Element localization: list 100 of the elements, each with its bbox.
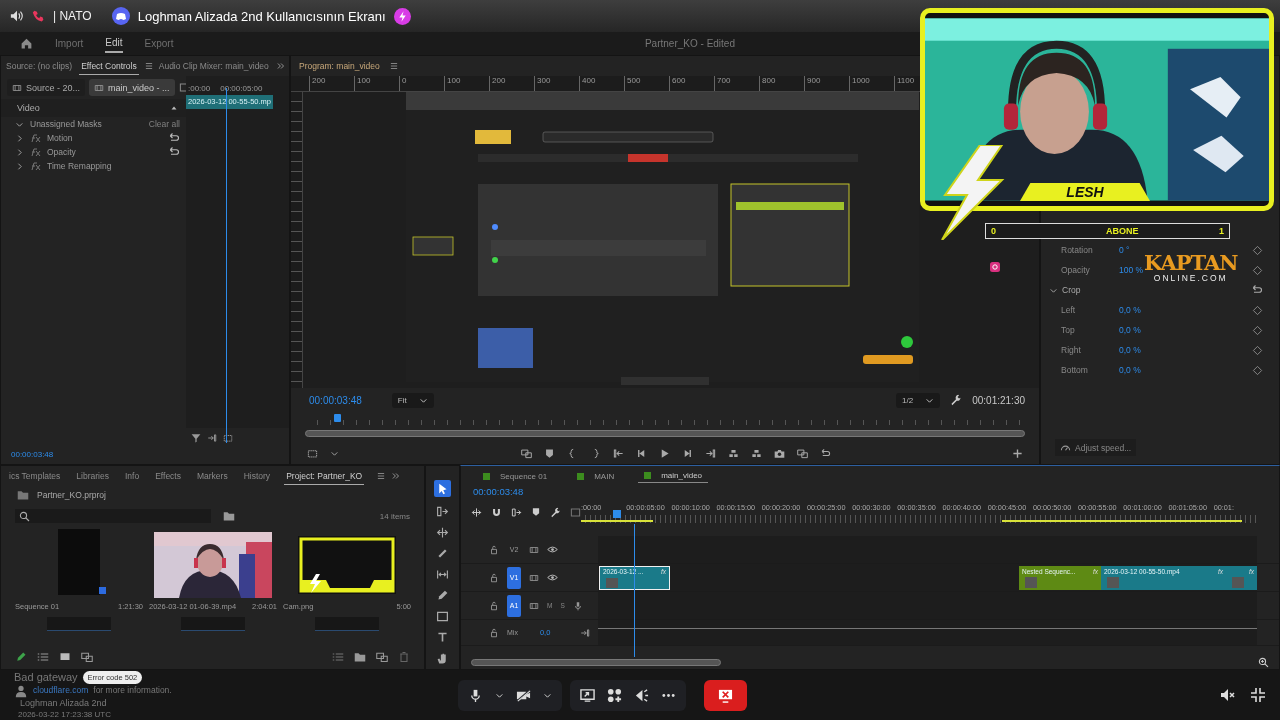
- property-value[interactable]: 0,0 %: [1119, 325, 1141, 335]
- link[interactable]: cloudflare.com: [33, 685, 89, 696]
- effect-name[interactable]: Motion: [47, 133, 162, 143]
- lock-icon[interactable]: [489, 600, 499, 611]
- sync-lock-icon[interactable]: [529, 544, 539, 555]
- panel-tab[interactable]: ics Templates: [7, 468, 63, 484]
- property-value[interactable]: 0 °: [1119, 245, 1130, 255]
- icon-view-icon[interactable]: [59, 651, 71, 663]
- go-to-in-icon[interactable]: [612, 447, 624, 459]
- clear-all-button[interactable]: Clear all: [148, 119, 180, 129]
- collapse-icon[interactable]: [170, 104, 178, 112]
- add-button-icon[interactable]: [1012, 447, 1023, 459]
- hand-icon[interactable]: [436, 652, 449, 665]
- more-panels-icon[interactable]: [391, 471, 402, 481]
- keyframe-icon[interactable]: [1252, 264, 1263, 276]
- export-frame-icon[interactable]: [520, 447, 532, 459]
- slip-icon[interactable]: [436, 568, 449, 581]
- sequence-icon[interactable]: [223, 433, 233, 443]
- snap-icon[interactable]: [491, 506, 502, 518]
- reset-icon[interactable]: [1251, 284, 1263, 296]
- camera-icon[interactable]: [773, 447, 785, 459]
- source-chip[interactable]: main_video - ...: [89, 79, 175, 96]
- panel-tab[interactable]: History: [241, 468, 273, 484]
- ripple-edit-icon[interactable]: [436, 526, 449, 539]
- compare-icon[interactable]: [796, 447, 808, 459]
- panel-tab[interactable]: Info: [122, 468, 142, 484]
- property-value[interactable]: 0,0 %: [1119, 345, 1141, 355]
- track-select-icon[interactable]: [436, 505, 449, 518]
- minimize-icon[interactable]: [1250, 687, 1266, 703]
- camera-off-icon[interactable]: [516, 687, 531, 703]
- lift-icon[interactable]: [727, 447, 739, 459]
- go-to-end-icon[interactable]: [580, 627, 591, 638]
- adjust-speed-button[interactable]: Adjust speed...: [1055, 439, 1137, 456]
- keyframe-icon[interactable]: [1252, 304, 1263, 316]
- zoom-scrollbar[interactable]: [305, 430, 1025, 437]
- keyframe-icon[interactable]: [1252, 324, 1263, 336]
- panel-tab[interactable]: Source: (no clips): [4, 58, 75, 74]
- new-bin-icon[interactable]: [223, 510, 235, 522]
- lock-icon[interactable]: [489, 627, 499, 638]
- pencil-icon[interactable]: [15, 651, 27, 663]
- effect-name[interactable]: Opacity: [47, 147, 162, 157]
- panel-tab[interactable]: Markers: [194, 468, 230, 484]
- filter-icon[interactable]: [191, 433, 201, 443]
- rectangle-icon[interactable]: [436, 610, 449, 623]
- playhead[interactable]: [333, 414, 341, 422]
- screen-share-icon[interactable]: [580, 687, 595, 703]
- panel-tab[interactable]: Effect Controls: [79, 57, 139, 75]
- resolution-dropdown[interactable]: 1/2: [896, 392, 941, 408]
- reset-icon[interactable]: [168, 132, 180, 144]
- go-to-out-icon[interactable]: [704, 447, 716, 459]
- effect-name[interactable]: Time Remapping: [47, 161, 180, 171]
- eye-icon[interactable]: [547, 544, 558, 555]
- export-icon[interactable]: [207, 433, 217, 443]
- panel-tab[interactable]: Project: Partner_KO: [284, 467, 365, 485]
- mute-icon[interactable]: [1220, 687, 1236, 703]
- keyframe-icon[interactable]: [1252, 244, 1263, 256]
- keyframe-icon[interactable]: [1252, 364, 1263, 376]
- new-bin-icon[interactable]: [354, 651, 366, 663]
- panel-tab[interactable]: Program: main_video: [297, 58, 382, 74]
- search-field[interactable]: [15, 509, 211, 523]
- nest-icon[interactable]: [471, 506, 482, 518]
- sync-lock-icon[interactable]: [529, 572, 539, 583]
- lock-icon[interactable]: [489, 544, 499, 555]
- safe-margins-icon[interactable]: [307, 447, 318, 459]
- thumbnail[interactable]: [181, 617, 245, 631]
- type-tool-icon[interactable]: [436, 631, 449, 644]
- settings-icon[interactable]: [550, 506, 561, 518]
- panel-menu-icon[interactable]: [143, 61, 154, 71]
- eye-icon[interactable]: [547, 572, 558, 583]
- reset-icon[interactable]: [168, 146, 180, 158]
- delete-icon[interactable]: [398, 651, 410, 663]
- workspace-tab[interactable]: Import: [55, 35, 84, 52]
- freeform-view-icon[interactable]: [81, 651, 93, 663]
- zoom-scrollbar[interactable]: [471, 658, 721, 666]
- lock-icon[interactable]: [489, 572, 499, 583]
- zoom-icon[interactable]: [1258, 656, 1269, 668]
- source-chip[interactable]: Source - 20...: [7, 79, 86, 96]
- sync-lock-icon[interactable]: [529, 600, 539, 611]
- workspace-tab[interactable]: Edit: [105, 34, 123, 53]
- razor-icon[interactable]: [436, 547, 449, 560]
- rotate-icon[interactable]: [819, 447, 831, 459]
- property-value[interactable]: 100 %: [1119, 265, 1144, 275]
- settings-icon[interactable]: [950, 394, 963, 406]
- speaker-icon[interactable]: [10, 9, 24, 23]
- panel-menu-icon[interactable]: [376, 471, 387, 481]
- sequence-tab[interactable]: main_video: [638, 469, 709, 483]
- selection-tool-icon[interactable]: [434, 480, 451, 497]
- new-item-icon[interactable]: [376, 651, 388, 663]
- sequence-tab[interactable]: MAIN: [571, 469, 621, 483]
- sequence-tab[interactable]: Sequence 01: [477, 469, 554, 483]
- captions-icon[interactable]: [570, 506, 581, 518]
- panel-menu-icon[interactable]: [388, 61, 399, 71]
- workspace-tab[interactable]: Export: [144, 35, 174, 52]
- stop-sharing-button[interactable]: [704, 679, 747, 711]
- microphone-icon[interactable]: [468, 687, 483, 703]
- soundboard-icon[interactable]: [634, 687, 649, 703]
- property-value[interactable]: 0,0 %: [1119, 305, 1141, 315]
- extract-icon[interactable]: [750, 447, 762, 459]
- panel-tab[interactable]: Libraries: [74, 468, 111, 484]
- thumbnail[interactable]: [315, 617, 379, 631]
